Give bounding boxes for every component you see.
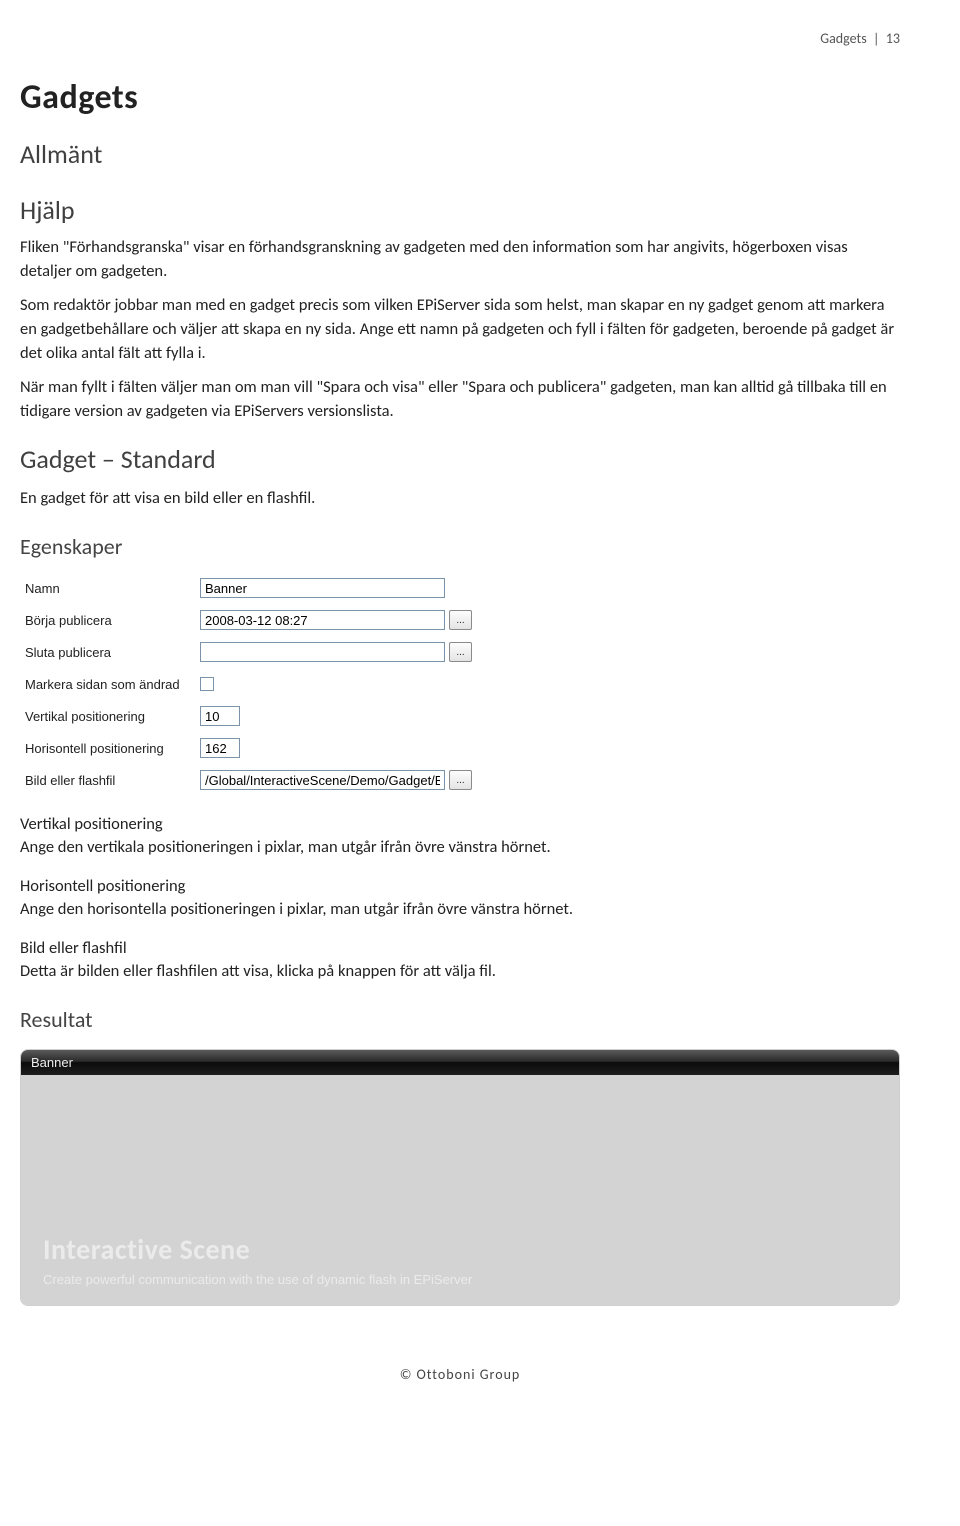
text-input[interactable]: [200, 770, 445, 790]
result-preview: Banner Interactive Scene Create powerful…: [20, 1049, 900, 1306]
runhead-section: Gadgets: [820, 30, 866, 47]
text-input[interactable]: [200, 610, 445, 630]
form-control: ...: [200, 770, 472, 790]
paragraph: Som redaktör jobbar man med en gadget pr…: [20, 294, 900, 366]
definition-desc: Detta är bilden eller flashfilen att vis…: [20, 960, 900, 984]
preview-titlebar: Banner: [21, 1050, 899, 1075]
form-row: Börja publicera...: [20, 604, 900, 636]
definition-desc: Ange den vertikala positioneringen i pix…: [20, 836, 900, 860]
definition-term: Vertikal positionering: [20, 814, 900, 834]
form-control: ...: [200, 610, 472, 630]
text-input[interactable]: [200, 706, 240, 726]
browse-button[interactable]: ...: [449, 770, 472, 790]
form-label: Bild eller flashfil: [20, 773, 200, 788]
paragraph: Fliken "Förhandsgranska" visar en förhan…: [20, 236, 900, 284]
browse-button[interactable]: ...: [449, 642, 472, 662]
form-label: Horisontell positionering: [20, 741, 200, 756]
browse-button[interactable]: ...: [449, 610, 472, 630]
form-label: Namn: [20, 581, 200, 596]
heading-gadget-standard: Gadget – Standard: [20, 443, 900, 475]
paragraph: När man fyllt i fälten väljer man om man…: [20, 376, 900, 424]
form-label: Sluta publicera: [20, 645, 200, 660]
text-input[interactable]: [200, 578, 445, 598]
form-row: Sluta publicera...: [20, 636, 900, 668]
preview-canvas: Interactive Scene Create powerful commun…: [21, 1075, 899, 1305]
form-label: Börja publicera: [20, 613, 200, 628]
running-header: Gadgets | 13: [20, 30, 900, 47]
heading-allmant: Allmänt: [20, 138, 900, 170]
form-row: Namn: [20, 572, 900, 604]
page-title: Gadgets: [20, 77, 900, 118]
form-label: Vertikal positionering: [20, 709, 200, 724]
form-row: Vertikal positionering: [20, 700, 900, 732]
form-row: Markera sidan som ändrad: [20, 668, 900, 700]
preview-subline: Create powerful communication with the u…: [43, 1272, 472, 1287]
footer: © Ottoboni Group: [20, 1366, 900, 1383]
form-row: Horisontell positionering: [20, 732, 900, 764]
runhead-page: 13: [886, 30, 900, 47]
heading-resultat: Resultat: [20, 1006, 900, 1033]
properties-form: NamnBörja publicera...Sluta publicera...…: [20, 572, 900, 796]
form-control: [200, 677, 214, 691]
form-control: [200, 578, 445, 598]
definition-term: Bild eller flashfil: [20, 938, 900, 958]
preview-headline: Interactive Scene: [43, 1232, 250, 1267]
form-label: Markera sidan som ändrad: [20, 677, 200, 692]
definition-desc: Ange den horisontella positioneringen i …: [20, 898, 900, 922]
paragraph: En gadget för att visa en bild eller en …: [20, 487, 900, 511]
heading-hjalp: Hjälp: [20, 194, 900, 226]
form-row: Bild eller flashfil...: [20, 764, 900, 796]
heading-egenskaper: Egenskaper: [20, 533, 900, 560]
text-input[interactable]: [200, 738, 240, 758]
form-control: [200, 706, 240, 726]
definition-term: Horisontell positionering: [20, 876, 900, 896]
form-control: ...: [200, 642, 472, 662]
checkbox-input[interactable]: [200, 677, 214, 691]
form-control: [200, 738, 240, 758]
text-input[interactable]: [200, 642, 445, 662]
